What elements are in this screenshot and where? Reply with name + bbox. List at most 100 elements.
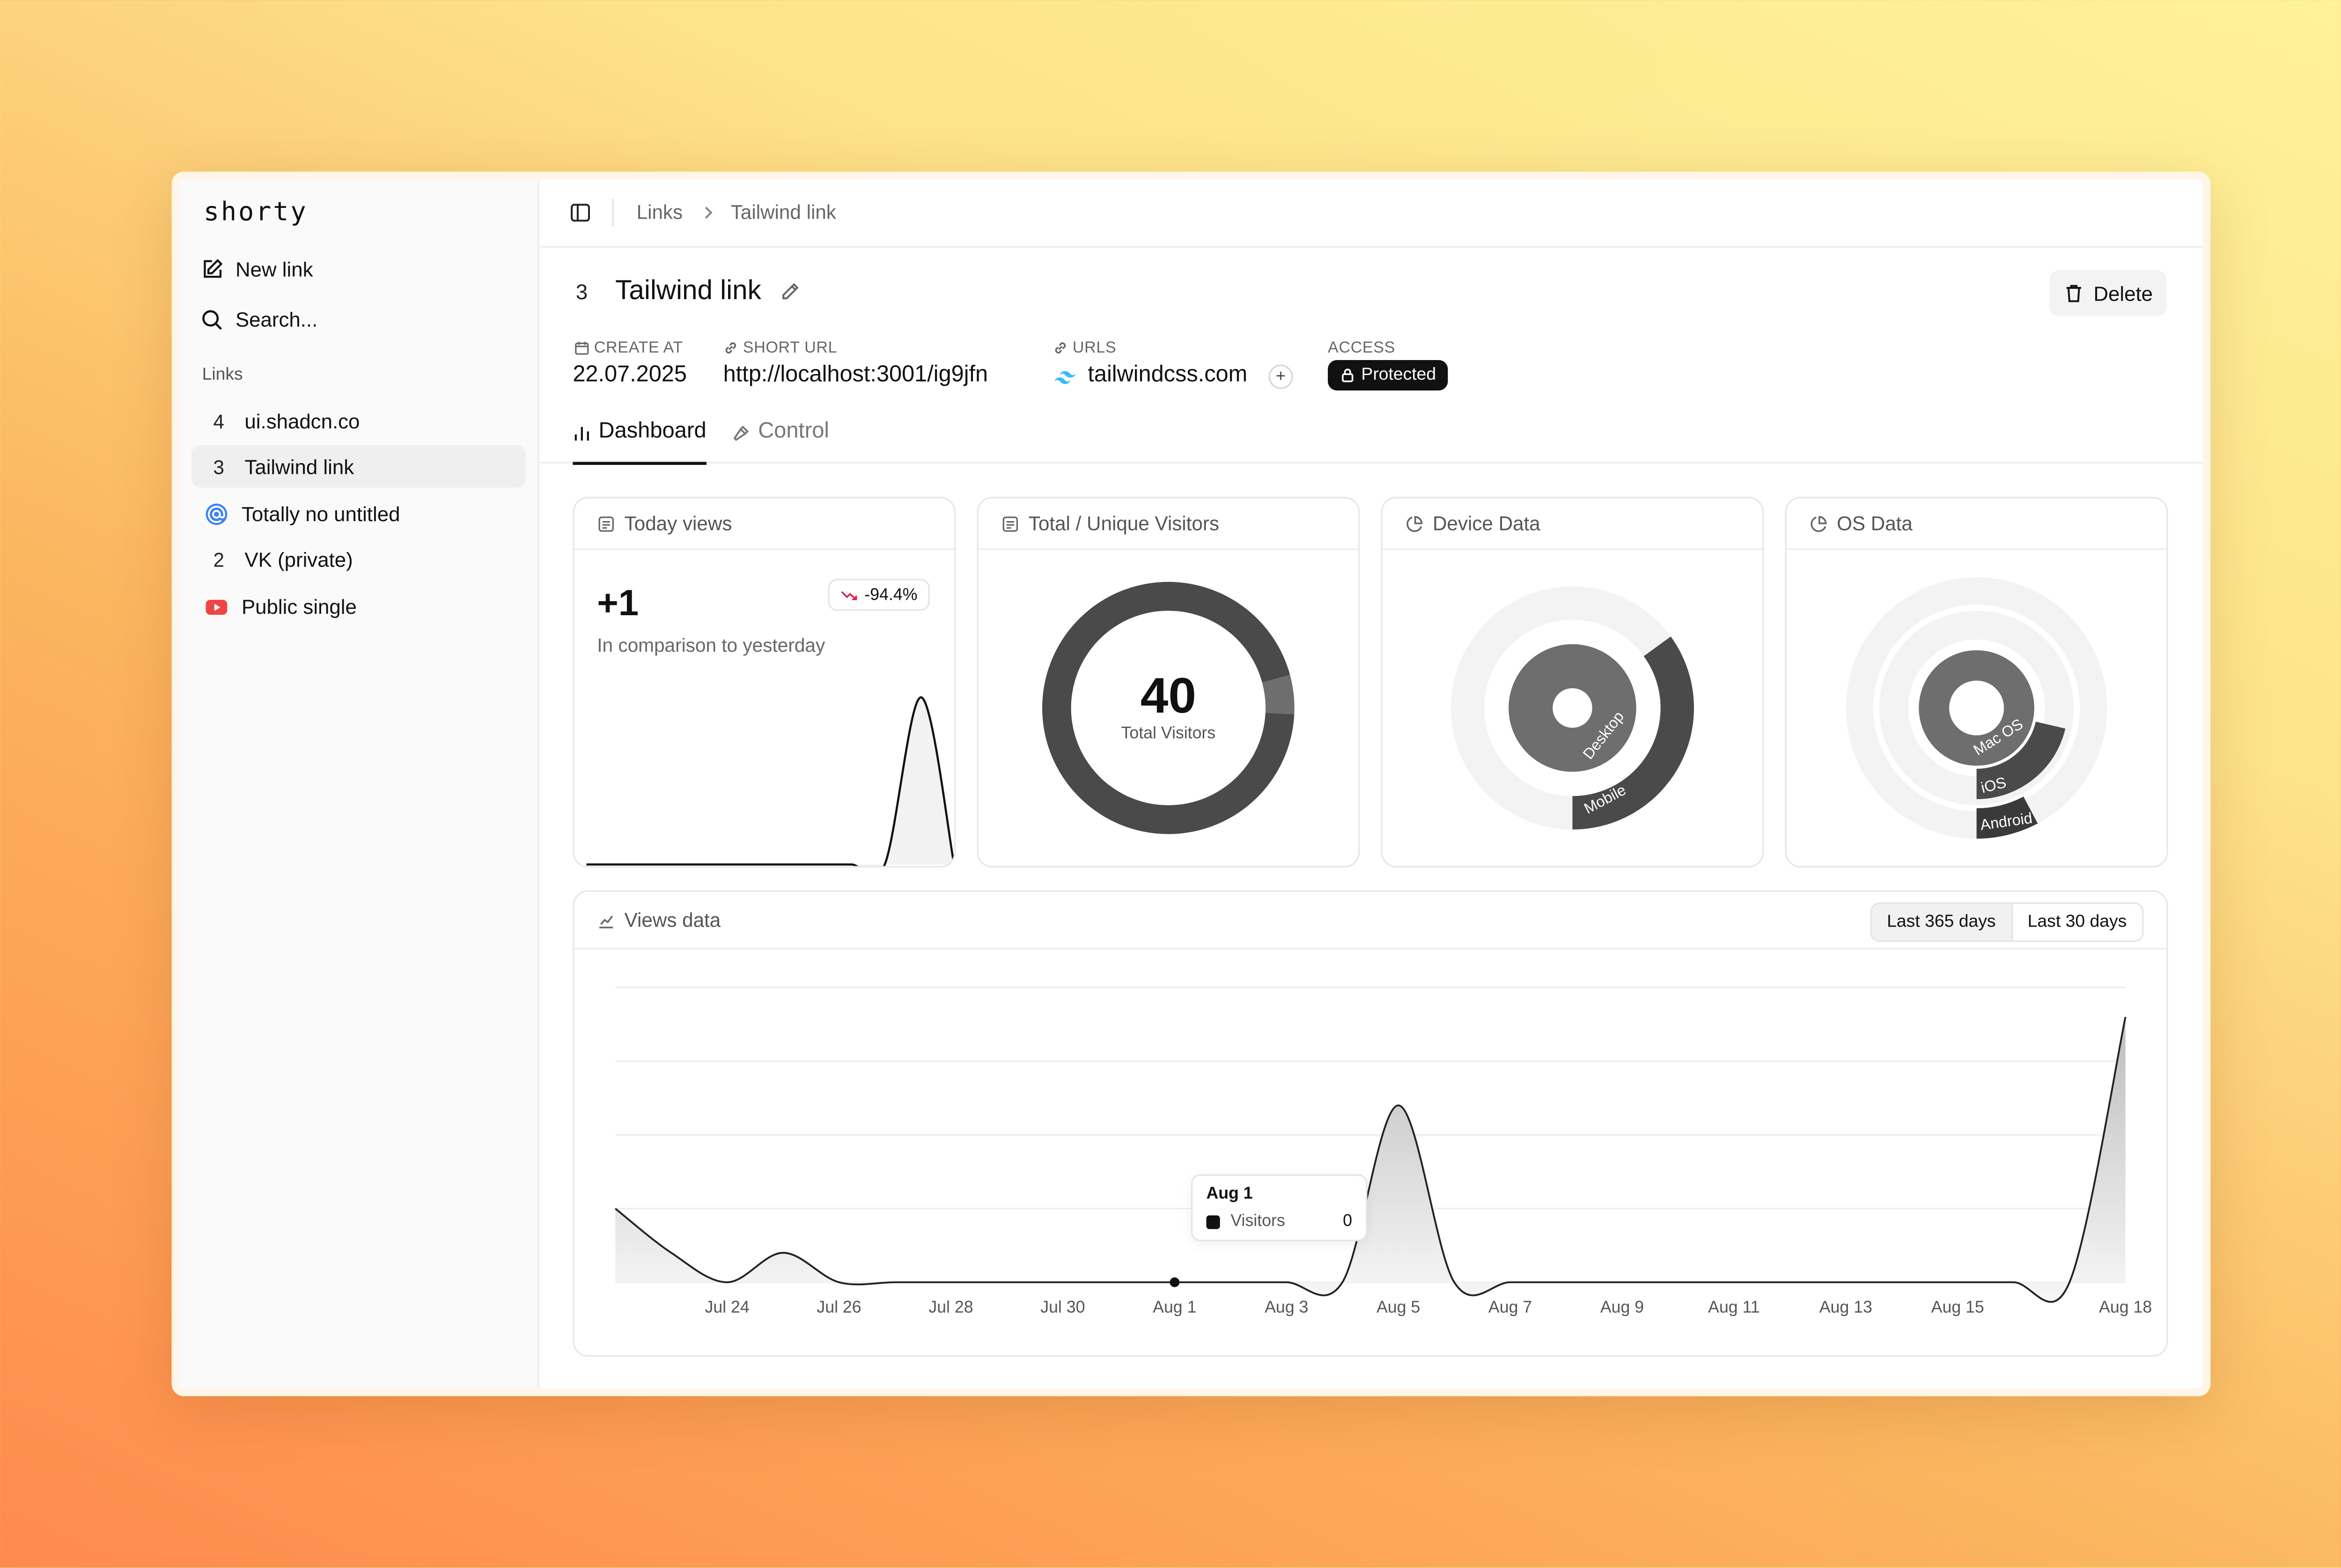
toolbar-divider [612,199,614,227]
access-label: ACCESS [1328,339,1396,357]
os-center [1949,680,2004,736]
x-tick-label: Aug 18 [2099,1298,2152,1317]
range-365-button[interactable]: Last 365 days [1871,904,2011,941]
edit-icon [204,258,223,277]
today-views-card: Today views +1 -94.4% In comparison to y… [573,497,956,868]
card-header: Today views [574,498,954,550]
at-sign-icon [204,501,228,526]
main-content: Links Tailwind link 3 Tailwind link Dele… [539,179,2203,1389]
tooltip-value: 0 [1343,1212,1352,1231]
total-visitors-value: 40 [1141,667,1196,723]
youtube-icon [204,594,228,618]
views-active-point [1170,1277,1180,1288]
document-icon [598,515,614,531]
search-icon [202,309,222,329]
sidebar-item-totally-no-untitled[interactable]: Totally no untitled [191,492,526,535]
link-number: 3 [213,455,224,478]
views-area-chart: Jul 24 Jul 26 Jul 28 Jul 30 Aug 1 Aug 3 Aug 5 A… [614,986,2152,1317]
today-views-chart [586,696,954,866]
x-tick-label: Aug 15 [1931,1298,1984,1317]
hammer-icon [733,426,749,441]
sidebar: shorty New link Search... Links 4 ui.sha… [179,179,539,1389]
add-url-button[interactable]: + [1268,364,1293,389]
sidebar-item-vk-private[interactable]: 2 VK (private) [191,538,526,581]
short-url-text: SHORT URL [743,339,838,357]
create-at-value: 22.07.2025 [573,361,687,388]
tailwind-logo-icon [1054,371,1076,384]
x-tick-label: Jul 30 [1040,1298,1085,1317]
access-value: Protected [1361,366,1436,384]
x-tick-label: Aug 11 [1708,1298,1759,1317]
x-tick-label: Aug 13 [1819,1298,1872,1317]
destination-url-value[interactable]: tailwindcss.com [1088,361,1247,387]
sidebar-item-ui-shadcn[interactable]: 4 ui.shadcn.co [191,399,526,442]
link-number-badge: 3 [575,280,588,304]
short-url-label: SHORT URL [723,339,838,357]
sidebar-item-label: Tailwind link [244,455,354,478]
x-tick-label: Aug 3 [1265,1298,1308,1317]
link-number: 4 [213,409,224,433]
link-icon [725,342,736,354]
calendar-icon [575,342,589,355]
delete-label: Delete [2093,281,2153,305]
new-link-button[interactable]: New link [200,250,313,287]
total-visitors-caption: Total Visitors [1121,723,1216,742]
card-title: Views data [624,908,721,932]
search-label: Search... [235,308,318,331]
card-title: Today views [624,512,732,535]
breadcrumb-links[interactable]: Links [637,200,683,223]
tab-control[interactable]: Control [732,420,829,462]
x-tick-label: Jul 26 [817,1298,861,1317]
tab-label: Dashboard [598,419,707,444]
area-chart-icon [599,914,613,928]
plus-icon: + [1276,368,1286,386]
x-tick-label: Aug 5 [1377,1298,1420,1317]
tooltip-date: Aug 1 [1206,1185,1253,1203]
sidebar-item-label: ui.shadcn.co [244,409,360,433]
short-url-value[interactable]: http://localhost:3001/ig9jfn [723,361,988,387]
views-area-fill [615,1017,2126,1302]
link-number: 2 [213,547,224,571]
search-button[interactable]: Search... [200,301,317,337]
views-data-card: Views data Last 365 days Last 30 days Ju… [573,890,2168,1357]
x-tick-label: Aug 1 [1153,1298,1196,1317]
pencil-icon[interactable] [780,281,801,302]
urls-label: URLS [1053,339,1117,357]
x-tick-label: Jul 24 [705,1298,749,1317]
sidebar-item-label: Totally no untitled [241,502,400,525]
x-tick-label: Jul 28 [928,1298,973,1317]
device-chart: DesktopMobile [1450,586,1694,830]
urls-text: URLS [1072,339,1117,357]
range-30-button[interactable]: Last 30 days [2010,904,2142,941]
x-tick-label: Aug 7 [1488,1298,1532,1317]
top-bar: Links Tailwind link [539,179,2203,248]
access-badge: Protected [1328,360,1449,390]
bar-chart-icon [574,427,589,441]
sidebar-toggle-icon[interactable] [570,202,591,223]
links-group-label: Links [202,366,243,384]
chart-tooltip: Aug 1 Visitors 0 [1191,1174,1368,1242]
trash-icon [2066,285,2081,302]
page-title: Tailwind link [615,275,761,306]
tab-label: Control [758,419,829,444]
app-window: shorty New link Search... Links 4 ui.sha… [179,179,2203,1389]
visitors-card: Total / Unique Visitors 40 Total Visitors [977,497,1360,868]
create-at-label: CREATE AT [574,339,683,357]
sidebar-item-tailwind-link[interactable]: 3 Tailwind link [191,445,526,488]
tooltip-swatch [1206,1215,1220,1229]
device-center [1553,688,1592,728]
delete-button[interactable]: Delete [2049,270,2167,316]
lock-icon [1342,368,1354,383]
link-icon [1055,342,1066,354]
range-toggle: Last 365 days Last 30 days [1870,902,2143,942]
breadcrumb-current: Tailwind link [730,200,836,224]
sidebar-item-public-single[interactable]: Public single [191,585,526,627]
tooltip-series: Visitors [1230,1212,1285,1231]
sidebar-item-label: Public single [241,595,357,618]
today-area-fill [586,697,954,866]
device-card: Device Data Desktop Mobile [1381,497,1764,868]
x-tick-label: Aug 9 [1600,1298,1644,1317]
os-chart: Mac OSiOSAndroid [1846,577,2107,839]
tab-dashboard[interactable]: Dashboard [573,419,707,465]
create-at-text: CREATE AT [594,339,683,357]
